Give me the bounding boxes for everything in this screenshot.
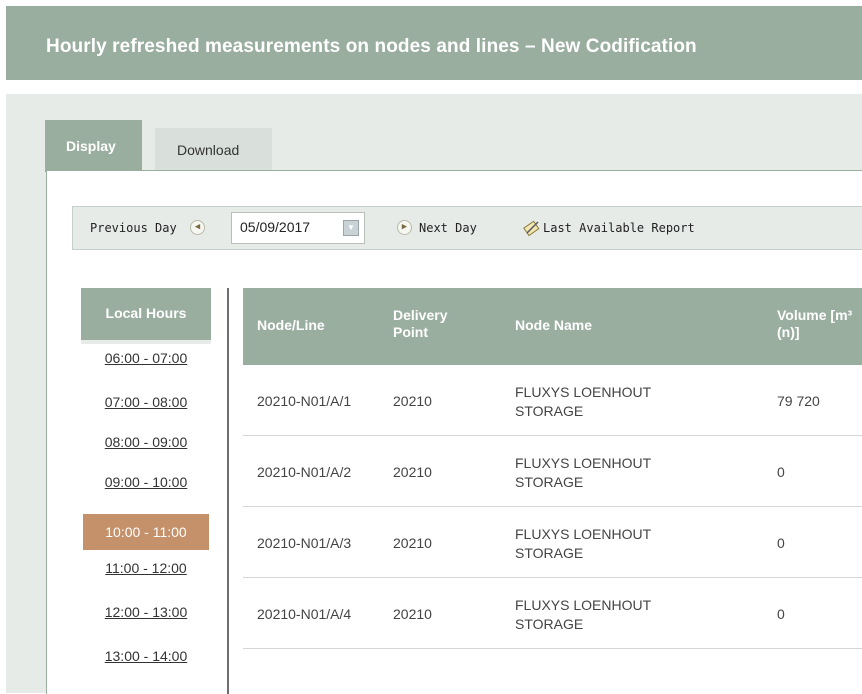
local-hours-header: Local Hours xyxy=(81,288,211,344)
main-panel: Display Download Previous Day ◀ 05/09/20… xyxy=(6,94,862,694)
tab-download[interactable]: Download xyxy=(155,128,272,172)
calendar-dropdown-icon[interactable]: ▼ xyxy=(343,220,359,236)
measurements-table: Node/Line Delivery Point Node Name Volume… xyxy=(243,288,862,649)
col-volume: Volume [m³ (n)] xyxy=(777,307,853,340)
date-field[interactable]: 05/09/2017 ▼ xyxy=(231,212,365,244)
date-value: 05/09/2017 xyxy=(240,219,311,235)
hour-item[interactable]: 11:00 - 12:00 xyxy=(81,554,211,598)
hour-item[interactable]: 12:00 - 13:00 xyxy=(81,598,211,642)
last-available-report-link[interactable]: Last Available Report xyxy=(543,221,695,235)
date-toolbar: Previous Day ◀ 05/09/2017 ▼ ▶ Next Day L… xyxy=(72,206,862,250)
next-day-label[interactable]: Next Day xyxy=(419,221,477,235)
cell-delivery-point: 20210 xyxy=(393,535,432,551)
cell-node-line: 20210-N01/A/2 xyxy=(257,464,352,480)
hour-item[interactable]: 09:00 - 10:00 xyxy=(81,472,211,510)
cell-node-name: FLUXYS LOENHOUT STORAGE xyxy=(515,526,652,561)
cell-volume: 79 720 xyxy=(777,393,820,409)
cell-delivery-point: 20210 xyxy=(393,464,432,480)
hour-item[interactable]: 08:00 - 09:00 xyxy=(81,428,211,472)
hour-item[interactable]: 07:00 - 08:00 xyxy=(81,388,211,428)
table-row: 20210-N01/A/1 20210 FLUXYS LOENHOUT STORA… xyxy=(243,365,862,436)
column-divider xyxy=(227,288,229,694)
cell-volume: 0 xyxy=(777,464,785,480)
cell-node-name: FLUXYS LOENHOUT STORAGE xyxy=(515,597,652,632)
page-header: Hourly refreshed measurements on nodes a… xyxy=(6,6,862,80)
report-pencil-icon[interactable] xyxy=(523,219,541,237)
cell-node-line: 20210-N01/A/4 xyxy=(257,606,352,622)
previous-day-label[interactable]: Previous Day xyxy=(90,221,177,235)
local-hours-list: Local Hours 06:00 - 07:00 07:00 - 08:00 … xyxy=(81,288,211,686)
col-delivery-point: Delivery Point xyxy=(393,307,448,340)
col-node-line: Node/Line xyxy=(257,317,325,333)
table-header: Node/Line Delivery Point Node Name Volume… xyxy=(243,288,862,365)
hour-item[interactable]: 13:00 - 14:00 xyxy=(81,642,211,686)
chevron-right-icon[interactable]: ▶ xyxy=(397,220,412,235)
cell-volume: 0 xyxy=(777,606,785,622)
cell-node-line: 20210-N01/A/3 xyxy=(257,535,352,551)
col-node-name: Node Name xyxy=(515,317,593,333)
cell-delivery-point: 20210 xyxy=(393,393,432,409)
page-title: Hourly refreshed measurements on nodes a… xyxy=(46,36,697,57)
cell-node-name: FLUXYS LOENHOUT STORAGE xyxy=(515,384,652,419)
tab-display[interactable]: Display xyxy=(45,120,142,172)
tab-content: Previous Day ◀ 05/09/2017 ▼ ▶ Next Day L… xyxy=(46,170,862,694)
cell-node-name: FLUXYS LOENHOUT STORAGE xyxy=(515,455,652,490)
cell-delivery-point: 20210 xyxy=(393,606,432,622)
chevron-left-icon[interactable]: ◀ xyxy=(190,220,205,235)
table-row: 20210-N01/A/2 20210 FLUXYS LOENHOUT STORA… xyxy=(243,436,862,507)
table-row: 20210-N01/A/4 20210 FLUXYS LOENHOUT STORA… xyxy=(243,578,862,649)
cell-volume: 0 xyxy=(777,535,785,551)
cell-node-line: 20210-N01/A/1 xyxy=(257,393,352,409)
hour-item[interactable]: 06:00 - 07:00 xyxy=(81,344,211,388)
hour-item-selected[interactable]: 10:00 - 11:00 xyxy=(83,514,209,550)
table-row: 20210-N01/A/3 20210 FLUXYS LOENHOUT STORA… xyxy=(243,507,862,578)
